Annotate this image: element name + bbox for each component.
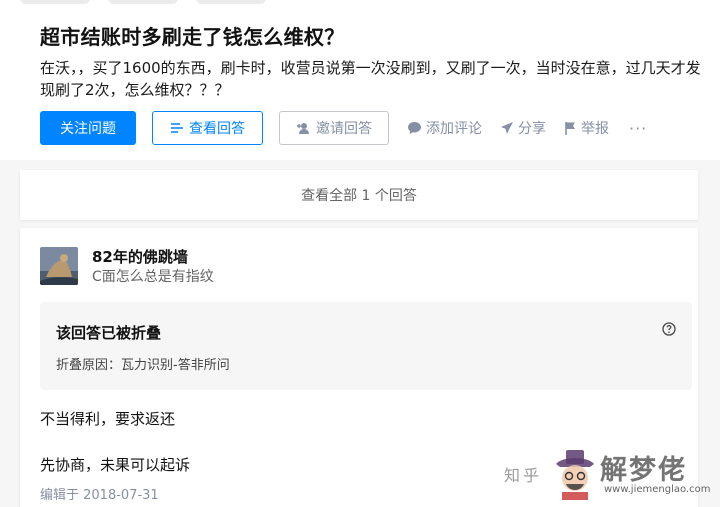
top-tab-stub: [108, 0, 178, 4]
add-comment-label: 添加评论: [426, 121, 482, 137]
avatar[interactable]: [40, 247, 78, 285]
invite-answer-label: 邀请回答: [316, 121, 372, 137]
answer-paragraph: 先协商，未果可以起诉: [40, 456, 191, 474]
edited-timestamp[interactable]: 编辑于 2018-07-31: [40, 484, 159, 503]
answer-paragraph: 不当得利，要求返还: [40, 410, 176, 428]
send-icon: [501, 122, 513, 134]
help-icon[interactable]: [662, 322, 676, 336]
collapsed-reason: 折叠原因：瓦力识别-答非所问: [56, 358, 230, 373]
invite-answer-button[interactable]: 邀请回答: [279, 111, 389, 145]
add-user-icon: [297, 122, 309, 134]
share-button[interactable]: 分享: [500, 118, 546, 138]
view-answers-button[interactable]: 查看回答: [152, 111, 263, 145]
follow-question-button[interactable]: 关注问题: [40, 111, 136, 145]
comment-icon: [408, 122, 421, 134]
flag-icon: [565, 122, 575, 135]
view-all-answers-link[interactable]: 查看全部 1 个回答: [20, 170, 698, 220]
question-detail: 在沃，，买了1600的东西，刷卡时，收营员说第一次没刷到，又刷了一次，当时没在意…: [40, 59, 701, 99]
brand-watermark-text: 解梦佬: [600, 455, 687, 486]
question-header: 超市结账时多刷走了钱怎么维权？ 在沃，，买了1600的东西，刷卡时，收营员说第一…: [0, 0, 720, 160]
author-bio: C面怎么总是有指纹: [92, 269, 214, 285]
zhihu-watermark-text: 知乎: [504, 466, 543, 485]
top-tab-stub: [20, 0, 90, 4]
avatar-image: [40, 247, 78, 285]
share-label: 分享: [518, 121, 546, 137]
report-button[interactable]: 举报: [564, 118, 609, 138]
top-tab-stub: [196, 0, 266, 4]
question-title: 超市结账时多刷走了钱怎么维权？: [40, 25, 345, 49]
list-icon: [171, 123, 183, 133]
brand-watermark-url: www.jiemenglao.com: [604, 484, 711, 495]
collapsed-notice: 该回答已被折叠 折叠原因：瓦力识别-答非所问: [40, 302, 692, 390]
add-comment-button[interactable]: 添加评论: [407, 118, 482, 138]
mascot-logo-icon: [556, 450, 594, 500]
view-answers-label: 查看回答: [189, 121, 245, 137]
more-options-button[interactable]: ···: [629, 119, 647, 138]
question-actions: 关注问题 查看回答 邀请回答 添加评论 分享 举报 ···: [40, 111, 647, 145]
collapsed-title: 该回答已被折叠: [56, 324, 162, 342]
report-label: 举报: [581, 121, 609, 137]
author-name[interactable]: 82年的佛跳墙: [92, 246, 188, 267]
watermark: 知乎 解梦佬 www.jiemenglao.com: [504, 446, 714, 502]
